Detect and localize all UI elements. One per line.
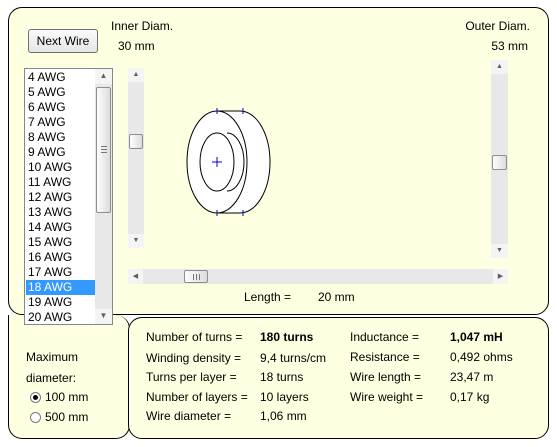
scroll-up-arrow-icon[interactable]: ▲ xyxy=(128,68,144,82)
scroll-up-arrow-icon[interactable]: ▲ xyxy=(491,60,508,74)
scroll-left-arrow-icon[interactable]: ◀ xyxy=(128,269,143,284)
radio-500mm[interactable] xyxy=(30,412,41,423)
outer-diameter-slider[interactable]: ▲ ▼ xyxy=(491,60,508,258)
wire-list-scrollbar[interactable]: ▲ ▼ xyxy=(95,69,112,324)
layers-label: Number of layers = xyxy=(146,390,248,404)
turns-label: Number of turns = xyxy=(146,330,243,344)
layers-value: 10 layers xyxy=(260,390,309,404)
wire-diameter-value: 1,06 mm xyxy=(260,409,307,423)
scroll-right-arrow-icon[interactable]: ▶ xyxy=(493,269,508,284)
winding-density-label: Winding density = xyxy=(146,351,242,365)
wire-gauge-item[interactable]: 8 AWG xyxy=(26,130,95,145)
scroll-up-arrow-icon[interactable]: ▲ xyxy=(95,69,112,84)
coil-drawing xyxy=(186,108,271,216)
length-slider[interactable]: ◀ ▶ xyxy=(128,269,508,284)
inductance-value: 1,047 mH xyxy=(450,330,503,344)
wire-list-scroll-thumb[interactable] xyxy=(96,87,111,213)
radio-100mm-label[interactable]: 100 mm xyxy=(45,390,88,404)
wire-gauge-item[interactable]: 4 AWG xyxy=(26,70,95,85)
inner-diameter-value: 30 mm xyxy=(118,39,155,53)
wire-length-value: 23,47 m xyxy=(450,370,494,384)
length-label: Length = xyxy=(244,290,292,304)
wire-gauge-item[interactable]: 11 AWG xyxy=(26,175,95,190)
wire-gauge-item[interactable]: 7 AWG xyxy=(26,115,95,130)
scroll-down-arrow-icon[interactable]: ▼ xyxy=(95,309,112,324)
inner-diameter-label: Inner Diam. xyxy=(111,19,174,33)
max-diameter-label-line2: diameter: xyxy=(26,371,77,385)
radio-500mm-label[interactable]: 500 mm xyxy=(45,410,88,424)
wire-gauge-item[interactable]: 10 AWG xyxy=(26,160,95,175)
max-diameter-label-line1: Maximum xyxy=(26,350,79,364)
outer-diameter-label: Outer Diam. xyxy=(465,19,530,33)
wire-length-label: Wire length = xyxy=(350,370,422,384)
wire-gauge-item[interactable]: 19 AWG xyxy=(26,295,95,310)
wire-gauge-item[interactable]: 15 AWG xyxy=(26,235,95,250)
wire-gauge-item[interactable]: 17 AWG xyxy=(26,265,95,280)
radio-100mm[interactable] xyxy=(30,392,41,403)
turns-per-layer-label: Turns per layer = xyxy=(146,370,237,384)
wire-gauge-item[interactable]: 13 AWG xyxy=(26,205,95,220)
wire-gauge-item[interactable]: 9 AWG xyxy=(26,145,95,160)
inner-diameter-slider[interactable]: ▲ ▼ xyxy=(128,68,144,248)
resistance-label: Resistance = xyxy=(350,350,420,364)
wire-gauge-items: 4 AWG 5 AWG 6 AWG 7 AWG 8 AWG 9 AWG 10 AWG 11 A… xyxy=(26,70,95,324)
winding-density-value: 9,4 turns/cm xyxy=(260,351,327,365)
outer-diameter-slider-thumb[interactable] xyxy=(492,155,507,170)
wire-gauge-item[interactable]: 12 AWG xyxy=(26,190,95,205)
wire-gauge-list[interactable]: 4 AWG 5 AWG 6 AWG 7 AWG 8 AWG 9 AWG 10 AWG 11 A… xyxy=(24,68,113,325)
turns-per-layer-value: 18 turns xyxy=(260,370,304,384)
length-value: 20 mm xyxy=(318,290,355,304)
wire-gauge-item[interactable]: 5 AWG xyxy=(26,85,95,100)
wire-weight-label: Wire weight = xyxy=(350,390,424,404)
turns-value: 180 turns xyxy=(260,330,314,344)
next-wire-button[interactable]: Next Wire xyxy=(28,29,98,53)
inner-diameter-slider-thumb[interactable] xyxy=(129,134,143,149)
scroll-down-arrow-icon[interactable]: ▼ xyxy=(491,244,508,258)
wire-gauge-item[interactable]: 14 AWG xyxy=(26,220,95,235)
outer-diameter-value: 53 mm xyxy=(491,39,528,53)
wire-gauge-item[interactable]: 20 AWG xyxy=(26,310,95,324)
wire-diameter-label: Wire diameter = xyxy=(146,409,232,423)
wire-gauge-item[interactable]: 16 AWG xyxy=(26,250,95,265)
wire-gauge-item[interactable]: 18 AWG xyxy=(26,280,95,295)
inductance-label: Inductance = xyxy=(350,330,420,344)
wire-weight-value: 0,17 kg xyxy=(450,390,490,404)
resistance-value: 0,492 ohms xyxy=(450,350,513,364)
length-slider-thumb[interactable] xyxy=(184,270,208,283)
wire-gauge-item[interactable]: 6 AWG xyxy=(26,100,95,115)
scroll-down-arrow-icon[interactable]: ▼ xyxy=(128,234,144,248)
